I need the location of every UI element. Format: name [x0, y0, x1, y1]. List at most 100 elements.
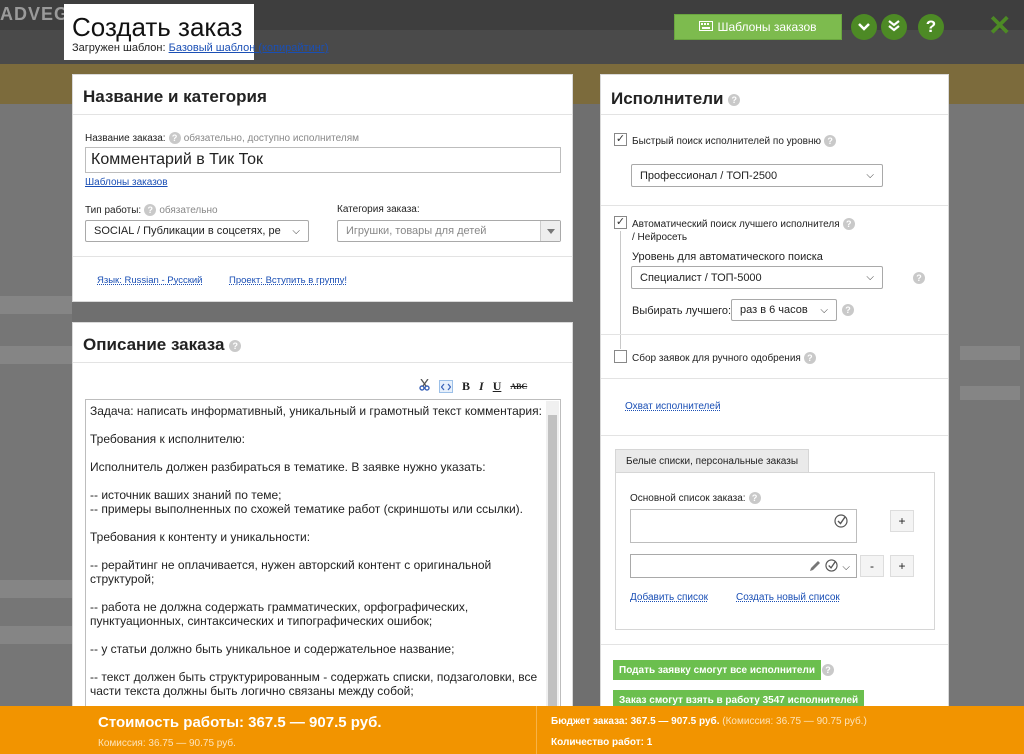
background-strip — [960, 386, 1020, 400]
category-label: Категория заказа: — [337, 204, 420, 215]
description-heading: Описание заказа ? — [73, 323, 572, 363]
work-type-value: SOCIAL / Публикации в соцсетях, ре — [94, 225, 281, 237]
manual-collect-row: Сбор заявок для ручного одобрения ? — [632, 352, 816, 365]
description-line — [90, 446, 542, 460]
help-icon[interactable]: ? — [842, 304, 854, 316]
help-icon[interactable]: ? — [168, 132, 181, 145]
main-list-input[interactable] — [630, 509, 857, 543]
coverage-link[interactable]: Охват исполнителей — [625, 401, 721, 412]
name-category-heading: Название и категория — [73, 75, 572, 115]
help-icon[interactable]: ? — [842, 218, 855, 231]
main-list-row: Основной список заказа: ? — [630, 492, 761, 505]
description-textarea[interactable]: Задача: написать информативный, уникальн… — [85, 399, 561, 719]
chevron-down-icon — [857, 19, 871, 35]
help-icon[interactable]: ? — [748, 492, 761, 505]
bold-button[interactable]: B — [462, 379, 470, 394]
template-link[interactable]: Базовый шаблон (копирайтинг) — [169, 42, 329, 54]
work-type-hint: обязательно — [159, 205, 218, 216]
language-link[interactable]: Язык: Russian - Русский — [97, 275, 203, 286]
executors-heading-text: Исполнители — [611, 89, 724, 108]
chevron-down-icon: ⌵ — [292, 225, 300, 237]
manual-collect-checkbox[interactable] — [614, 350, 627, 363]
choose-best-select[interactable]: раз в 6 часов ⌵ — [731, 299, 837, 321]
background-strip — [0, 580, 72, 598]
double-chevron-down-icon — [887, 19, 901, 36]
add-list-row-button[interactable]: + — [890, 555, 914, 577]
description-line: структурой; — [90, 572, 155, 586]
help-icon[interactable]: ? — [803, 352, 816, 365]
work-type-label-row: Тип работы: ? обязательно — [85, 204, 218, 217]
description-line — [90, 516, 542, 530]
list-select[interactable]: ⌵ — [630, 554, 857, 578]
pencil-icon[interactable] — [809, 560, 821, 575]
name-category-panel: Название и категория Название заказа: ? … — [72, 74, 573, 302]
underline-button[interactable]: U — [493, 379, 502, 394]
choose-best-label: Выбирать лучшего: — [632, 305, 732, 317]
order-templates-button[interactable]: Шаблоны заказов — [674, 14, 842, 40]
description-line: части текста должны быть логично связаны… — [90, 684, 414, 698]
project-link[interactable]: Проект: Вступить в группу! — [229, 275, 347, 286]
auto-search-label: Автоматический поиск лучшего исполнителя — [632, 219, 840, 230]
executors-panel: Исполнители ? ✓ Быстрый поиск исполнител… — [600, 74, 949, 714]
order-name-label-row: Название заказа: ? обязательно, доступно… — [85, 132, 359, 145]
template-label: Загружен шаблон: — [72, 42, 166, 54]
page-title: Создать заказ — [72, 12, 243, 42]
help-icon[interactable]: ? — [144, 204, 157, 217]
question-icon: ? — [925, 17, 937, 36]
order-name-label: Название заказа: — [85, 133, 166, 144]
help-icon[interactable]: ? — [728, 93, 741, 106]
chevron-down-icon: ⌵ — [820, 304, 828, 316]
scissors-icon[interactable] — [419, 378, 430, 394]
help-icon[interactable]: ? — [824, 135, 837, 148]
check-circle-icon — [834, 514, 848, 531]
order-budget: Бюджет заказа: 367.5 — 907.5 руб. (Комис… — [551, 716, 867, 727]
help-icon[interactable]: ? — [229, 339, 242, 352]
auto-search-label-2: / Нейросеть — [632, 232, 688, 243]
expand-all-button[interactable] — [881, 14, 907, 40]
auto-level-value: Специалист / ТОП-5000 — [640, 271, 762, 284]
scrollbar[interactable] — [546, 401, 559, 718]
quick-search-checkbox[interactable]: ✓ — [614, 133, 627, 146]
help-icon[interactable]: ? — [913, 272, 925, 284]
divider — [601, 378, 948, 379]
add-list-link[interactable]: Добавить список — [630, 592, 708, 603]
auto-search-row: Автоматический поиск лучшего исполнителя… — [632, 218, 882, 244]
template-info: Загружен шаблон: Базовый шаблон (копирай… — [72, 42, 328, 54]
description-line: -- текст должен быть структурированным -… — [90, 670, 538, 684]
add-list-plus-button[interactable]: + — [890, 510, 914, 532]
editor-toolbar: B I U ABC — [419, 378, 527, 394]
create-list-link[interactable]: Создать новый список — [736, 592, 840, 603]
category-placeholder: Игрушки, товары для детей — [346, 225, 487, 237]
auto-search-checkbox[interactable]: ✓ — [614, 216, 627, 229]
executors-heading: Исполнители ? — [601, 75, 948, 115]
expand-button[interactable] — [851, 14, 877, 40]
close-button[interactable]: ✕ — [988, 12, 1011, 40]
order-budget-commission: (Комиссия: 36.75 — 90.75 руб.) — [722, 716, 867, 727]
help-button[interactable]: ? — [918, 14, 944, 40]
description-line — [90, 418, 542, 432]
tree-line — [620, 231, 621, 349]
minus-icon: - — [870, 559, 874, 573]
order-name-input[interactable]: Комментарий в Тик Ток — [85, 147, 561, 173]
work-commission: Комиссия: 36.75 — 90.75 руб. — [98, 738, 236, 749]
all-can-apply-badge: Подать заявку смогут все исполнители — [613, 660, 821, 680]
help-icon[interactable]: ? — [822, 664, 834, 676]
remove-list-button[interactable]: - — [860, 555, 884, 577]
order-name-hint: обязательно, доступно исполнителям — [183, 133, 359, 144]
italic-button[interactable]: I — [479, 379, 484, 394]
scrollbar-thumb[interactable] — [548, 415, 557, 715]
description-line: Задача: написать информативный, уникальн… — [90, 404, 542, 418]
quick-search-level-select[interactable]: Профессионал / ТОП-2500 ⌵ — [631, 164, 883, 187]
plus-icon: + — [898, 514, 906, 528]
auto-level-select[interactable]: Специалист / ТОП-5000 ⌵ — [631, 266, 883, 289]
whitelist-box: Основной список заказа: ? + ⌵ - + Добави… — [615, 472, 935, 630]
whitelist-tab[interactable]: Белые списки, персональные заказы — [615, 449, 810, 473]
source-code-icon[interactable] — [439, 380, 453, 393]
background-strip — [0, 346, 72, 364]
strikethrough-button[interactable]: ABC — [510, 382, 527, 391]
description-panel: Описание заказа ? B I U ABC Задача: напи… — [72, 322, 573, 722]
work-type-select[interactable]: SOCIAL / Публикации в соцсетях, ре ⌵ — [85, 220, 309, 242]
order-templates-link[interactable]: Шаблоны заказов — [85, 177, 168, 188]
category-select[interactable]: Игрушки, товары для детей — [337, 220, 561, 242]
description-line: -- примеры выполненных по схожей тематик… — [90, 502, 523, 516]
